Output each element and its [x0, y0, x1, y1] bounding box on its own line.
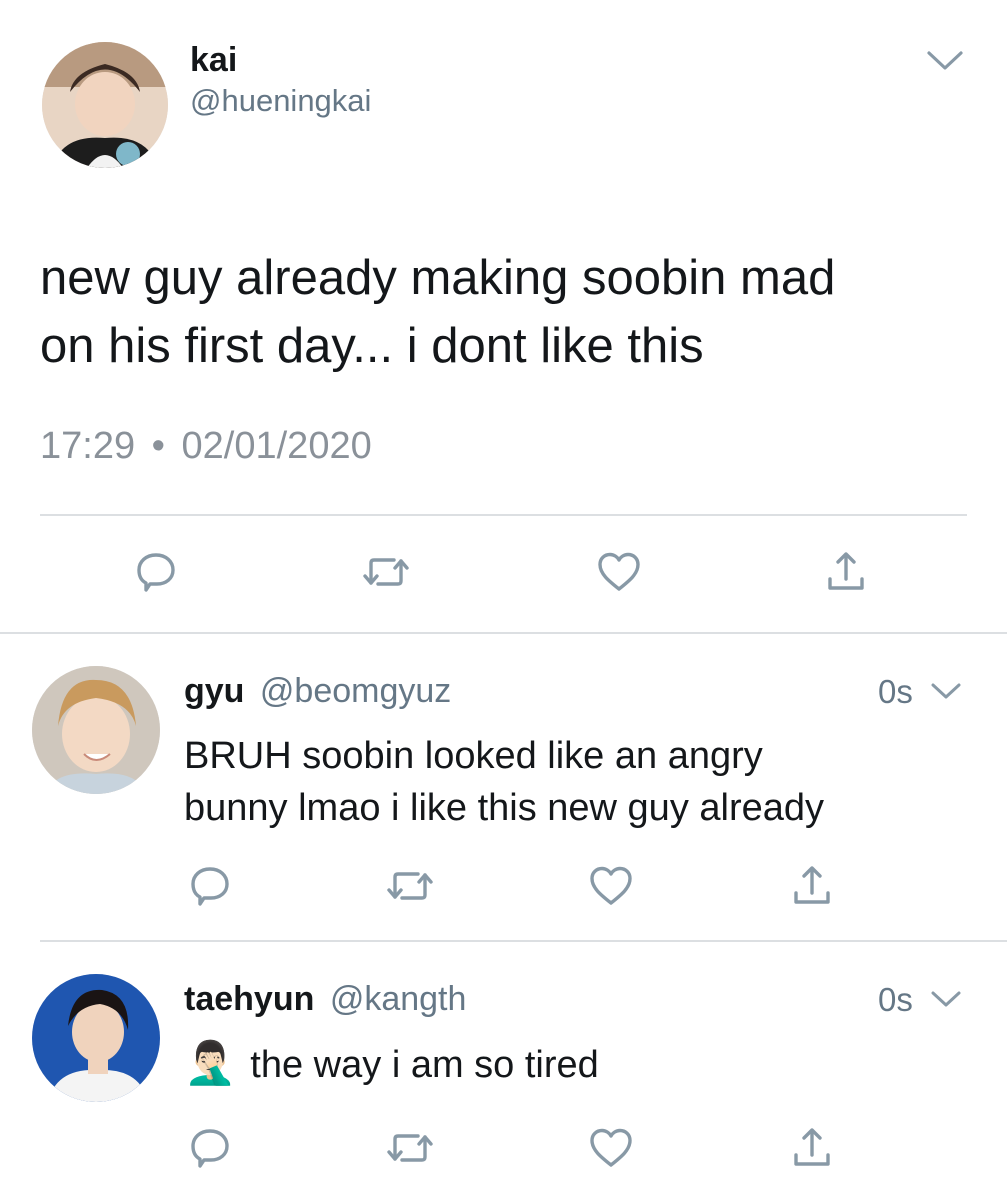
retweet-icon [387, 872, 433, 900]
reply-gyu-text-line1: BRUH soobin looked like an angry [184, 735, 763, 777]
reply-taehyun-text-line1: the way i am so tired [250, 1044, 599, 1086]
main-tweet-date: 02/01/2020 [181, 425, 372, 467]
main-tweet-time: 17:29 [40, 425, 136, 467]
main-tweet-text: new guy already making soobin mad on his… [40, 244, 980, 380]
reply-icon [137, 553, 175, 592]
reply-gyu-retweet-button[interactable] [384, 860, 436, 912]
reply-taehyun-like-button[interactable] [585, 1122, 637, 1174]
reply-taehyun-time: 0s [878, 981, 913, 1018]
reply-gyu-name[interactable]: gyu [184, 672, 244, 710]
reply-gyu-time: 0s [878, 673, 913, 710]
reply-icon [191, 1129, 229, 1168]
reply-gyu-text-line2: bunny lmao i like this new guy already [184, 787, 825, 829]
avatar-kai[interactable] [42, 42, 168, 168]
section-divider-1 [0, 632, 1007, 634]
main-reply-button[interactable] [130, 546, 182, 598]
chevron-down-icon [927, 51, 963, 70]
retweet-icon [363, 558, 409, 586]
main-tweet-name[interactable]: kai [190, 40, 237, 80]
reply-gyu-more-button[interactable] [924, 672, 968, 712]
avatar-taehyun[interactable] [32, 974, 160, 1102]
reply-taehyun-handle[interactable]: @kangth [330, 980, 467, 1018]
main-tweet-text-line1: new guy already making soobin mad [40, 251, 836, 305]
reply-gyu-handle[interactable]: @beomgyuz [260, 672, 451, 710]
reply-taehyun-header: taehyun @kangth [184, 978, 466, 1020]
reply-taehyun-reply-button[interactable] [184, 1122, 236, 1174]
section-divider-2 [40, 940, 1007, 942]
reply-gyu-like-button[interactable] [585, 860, 637, 912]
main-tweet-divider [40, 514, 967, 516]
reply-gyu-share-button[interactable] [786, 860, 838, 912]
reply-taehyun-more-button[interactable] [924, 980, 968, 1020]
chevron-down-icon [931, 683, 961, 699]
retweet-icon [387, 1134, 433, 1162]
avatar-taehyun-image [32, 974, 160, 1102]
heart-icon [590, 1128, 632, 1167]
main-tweet-text-line2: on his first day... i dont like this [40, 319, 704, 373]
reply-taehyun-name[interactable]: taehyun [184, 980, 314, 1018]
avatar-gyu-image [32, 666, 160, 794]
chevron-down-icon [931, 991, 961, 1007]
reply-taehyun-retweet-button[interactable] [384, 1122, 436, 1174]
facepalm-emoji: 🤦🏻‍♂️ [184, 1039, 237, 1086]
share-icon [794, 866, 830, 904]
main-tweet-more-button[interactable] [918, 34, 972, 88]
main-tweet-handle[interactable]: @hueningkai [190, 82, 371, 120]
timestamp-separator: • [151, 425, 165, 467]
share-icon [828, 552, 864, 590]
reply-icon [191, 867, 229, 906]
avatar-kai-image [42, 42, 168, 168]
reply-gyu-reply-button[interactable] [184, 860, 236, 912]
share-icon [794, 1128, 830, 1166]
reply-taehyun-share-button[interactable] [786, 1122, 838, 1174]
avatar-gyu[interactable] [32, 666, 160, 794]
main-like-button[interactable] [593, 546, 645, 598]
heart-icon [598, 552, 640, 591]
reply-taehyun-text: 🤦🏻‍♂️ the way i am so tired [184, 1036, 984, 1092]
heart-icon [590, 866, 632, 905]
main-share-button[interactable] [820, 546, 872, 598]
main-tweet-timestamp[interactable]: 17:29 • 02/01/2020 [40, 422, 372, 470]
main-retweet-button[interactable] [360, 546, 412, 598]
reply-gyu-text: BRUH soobin looked like an angry bunny l… [184, 730, 984, 834]
reply-gyu-header: gyu @beomgyuz [184, 670, 451, 712]
